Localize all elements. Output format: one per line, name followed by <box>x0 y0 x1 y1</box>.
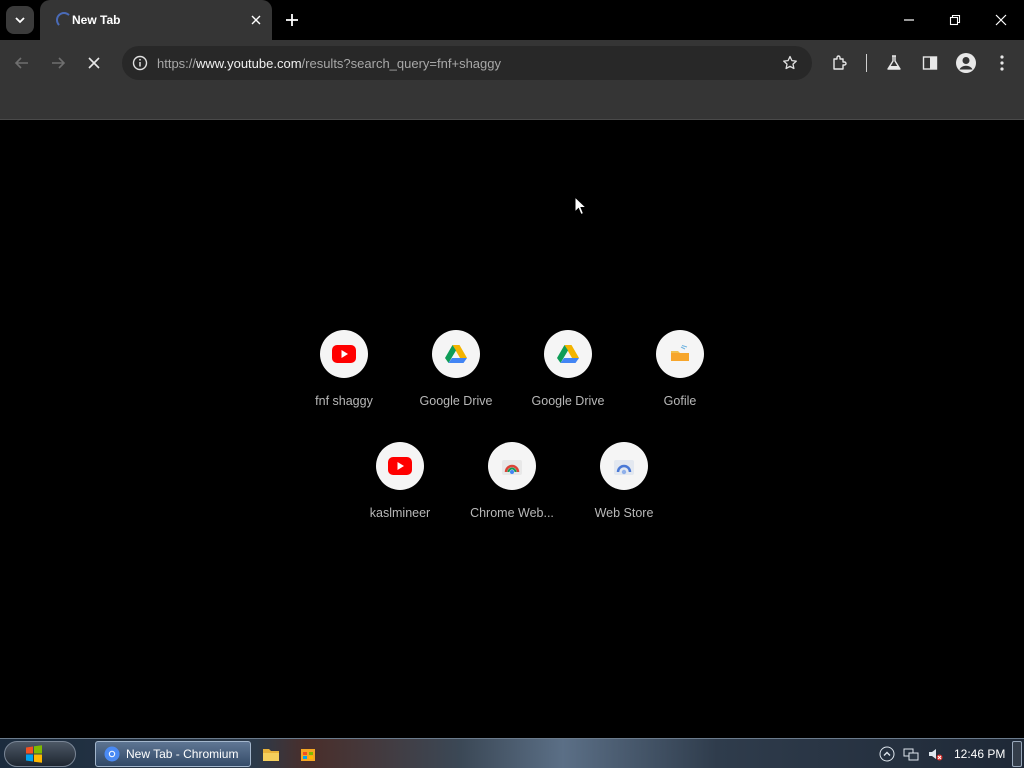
shortcut-label: Google Drive <box>419 394 493 408</box>
bookmark-star-button[interactable] <box>778 51 802 75</box>
clock[interactable]: 12:46 PM <box>954 747 1005 761</box>
chevron-up-icon <box>879 746 895 762</box>
arrow-right-icon <box>52 57 66 69</box>
shortcut-tile[interactable]: Google Drive <box>406 330 506 430</box>
tab-close-button[interactable] <box>248 12 264 28</box>
close-icon <box>251 15 261 25</box>
close-icon <box>995 14 1007 26</box>
close-window-button[interactable] <box>978 0 1024 40</box>
info-icon <box>132 55 148 71</box>
address-bar[interactable]: https://www.youtube.com/results?search_q… <box>122 46 812 80</box>
chevron-down-icon <box>15 17 25 24</box>
star-icon <box>783 55 797 70</box>
taskbar-chromium-window[interactable]: New Tab - Chromium <box>95 741 251 767</box>
shortcut-label: Web Store <box>594 506 654 520</box>
forward-button[interactable] <box>43 48 73 78</box>
url-host: www.youtube.com <box>196 56 302 71</box>
shortcut-label: fnf shaggy <box>315 394 373 408</box>
toolbar-separator <box>866 54 867 72</box>
taskbar-window-label: New Tab - Chromium <box>126 747 239 761</box>
extensions-button[interactable] <box>827 50 853 76</box>
web-store-icon <box>614 460 634 475</box>
shortcut-icon-circle <box>432 330 480 378</box>
shortcut-tile[interactable]: Gofile <box>630 330 730 430</box>
url-text[interactable]: https://www.youtube.com/results?search_q… <box>157 56 501 71</box>
folder-icon <box>263 749 279 761</box>
flask-icon <box>887 55 901 70</box>
restore-button[interactable] <box>932 0 978 40</box>
back-button[interactable] <box>7 48 37 78</box>
shortcut-icon-circle <box>376 442 424 490</box>
arrow-left-icon <box>14 57 28 69</box>
kebab-menu-icon <box>1000 55 1004 71</box>
shortcut-icon-circle <box>544 330 592 378</box>
tab-search-button[interactable] <box>6 6 34 34</box>
restore-icon <box>949 14 961 26</box>
profile-button[interactable] <box>953 50 979 76</box>
bookmarks-bar <box>0 86 1024 120</box>
taskbar: New Tab - Chromium 12:46 PM <box>0 738 1024 768</box>
chromium-icon <box>104 746 120 762</box>
volume-button[interactable] <box>927 746 943 762</box>
url-path: /results?search_query=fnf+shaggy <box>301 56 501 71</box>
windows-logo-icon <box>26 745 42 763</box>
shortcut-label: Chrome Web... <box>470 506 554 520</box>
shortcut-icon-circle <box>320 330 368 378</box>
store-button[interactable] <box>299 745 317 763</box>
tab-title: New Tab <box>72 13 121 27</box>
shortcut-icon-circle <box>488 442 536 490</box>
avatar-icon <box>956 53 976 73</box>
shortcut-icon-circle <box>656 330 704 378</box>
shortcut-tile[interactable]: Google Drive <box>518 330 618 430</box>
new-tab-button[interactable] <box>280 8 304 32</box>
side-panel-button[interactable] <box>917 50 943 76</box>
shortcut-tile[interactable]: Chrome Web... <box>462 442 562 542</box>
labs-button[interactable] <box>881 50 907 76</box>
shortcut-tile[interactable]: Web Store <box>574 442 674 542</box>
show-hidden-icons-button[interactable] <box>879 746 895 762</box>
url-scheme: https:// <box>157 56 197 71</box>
shortcut-tile[interactable]: kaslmineer <box>350 442 450 542</box>
side-panel-icon <box>922 56 938 70</box>
google-drive-icon <box>557 345 579 363</box>
toolbar: https://www.youtube.com/results?search_q… <box>0 40 1024 86</box>
tab-strip: New Tab <box>0 0 1024 40</box>
store-icon <box>301 749 315 761</box>
new-tab-page: fnf shaggy Google Drive Google Drive Gof… <box>0 121 1024 738</box>
shortcut-label: Gofile <box>663 394 697 408</box>
shortcut-label: Google Drive <box>531 394 605 408</box>
network-icon <box>903 748 919 761</box>
gofile-icon <box>671 345 689 361</box>
minimize-button[interactable] <box>886 0 932 40</box>
loading-spinner-icon <box>56 12 72 28</box>
youtube-icon <box>332 345 356 363</box>
mouse-cursor-icon <box>574 196 588 216</box>
chrome-web-store-icon <box>502 460 522 475</box>
stop-loading-button[interactable] <box>79 48 109 78</box>
menu-button[interactable] <box>989 50 1015 76</box>
site-info-button[interactable] <box>128 51 152 75</box>
volume-muted-icon <box>929 749 943 761</box>
puzzle-icon <box>833 55 847 70</box>
youtube-icon <box>388 457 412 475</box>
file-explorer-button[interactable] <box>262 745 280 763</box>
shortcut-tile[interactable]: fnf shaggy <box>294 330 394 430</box>
close-icon <box>88 57 100 69</box>
shortcut-icon-circle <box>600 442 648 490</box>
minimize-icon <box>904 19 914 21</box>
network-button[interactable] <box>903 746 919 762</box>
shortcut-label: kaslmineer <box>369 506 431 520</box>
google-drive-icon <box>445 345 467 363</box>
screen: New Tab https://www.youtube.com/results?… <box>0 0 1024 768</box>
plus-icon <box>286 14 298 26</box>
tab-new-tab[interactable]: New Tab <box>40 0 272 40</box>
show-desktop-button[interactable] <box>1012 741 1022 767</box>
start-button[interactable] <box>4 741 76 767</box>
